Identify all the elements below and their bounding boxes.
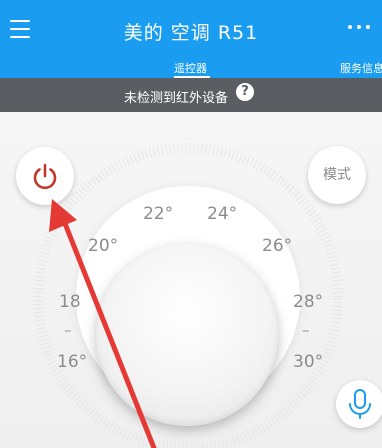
arrow-annotation bbox=[49, 199, 157, 448]
